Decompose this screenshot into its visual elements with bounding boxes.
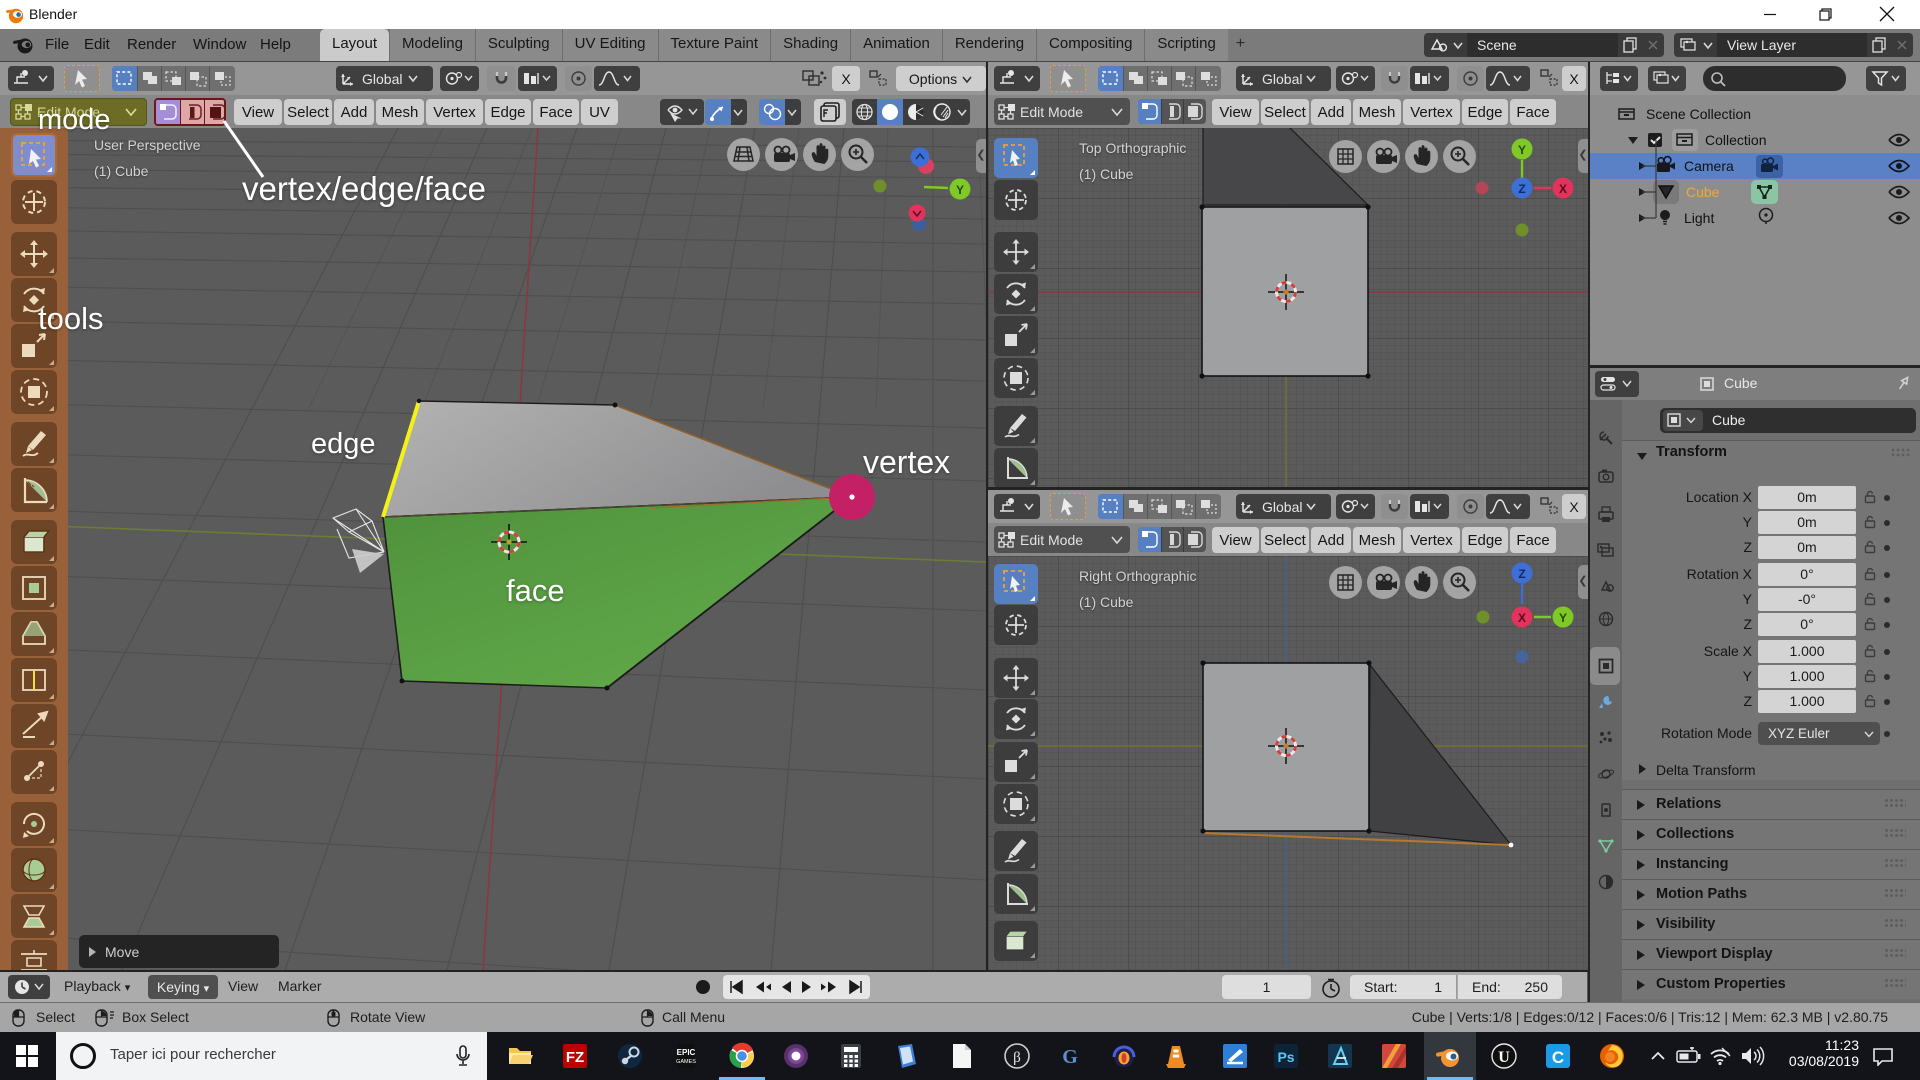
- svg-text:Ps: Ps: [1277, 1049, 1294, 1065]
- svg-text:Z: Z: [1518, 182, 1525, 196]
- svg-text:EPIC: EPIC: [677, 1048, 696, 1057]
- svg-text:C: C: [1552, 1048, 1564, 1067]
- svg-text:Y: Y: [956, 183, 964, 197]
- svg-text:X: X: [1559, 182, 1567, 196]
- svg-text:G: G: [1062, 1046, 1078, 1068]
- svg-text:X: X: [1518, 611, 1526, 625]
- svg-text:FZ: FZ: [566, 1049, 584, 1066]
- svg-text:GAMES: GAMES: [676, 1059, 696, 1065]
- svg-text:β: β: [1013, 1050, 1021, 1066]
- svg-text:Y: Y: [1518, 143, 1526, 157]
- svg-text:Z: Z: [1518, 567, 1525, 581]
- svg-text:U: U: [1498, 1049, 1510, 1066]
- svg-text:Y: Y: [1559, 611, 1567, 625]
